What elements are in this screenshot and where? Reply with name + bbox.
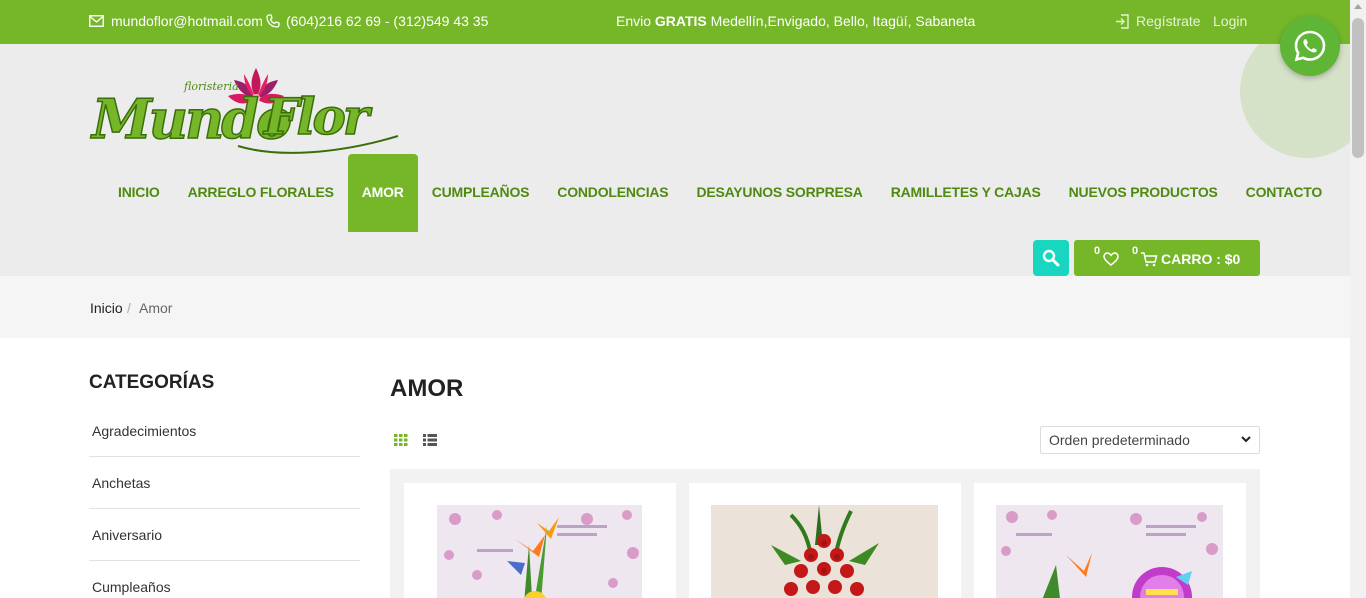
page-scrollbar[interactable] (1350, 0, 1366, 598)
site-logo[interactable]: floristeria Mundo Flor (88, 66, 400, 158)
phone-icon (266, 14, 280, 28)
breadcrumb: Inicio / Amor (0, 276, 1350, 338)
phone-text: (604)216 62 69 - (312)549 43 35 (286, 13, 489, 29)
register-label: Regístrate (1136, 13, 1201, 29)
nav-condolencias[interactable]: CONDOLENCIAS (543, 154, 682, 232)
cart-label: CARRO : $0 (1161, 251, 1241, 267)
chevron-down-icon (1241, 436, 1251, 443)
category-item[interactable]: Aniversario (89, 509, 360, 561)
categories-title: CATEGORÍAS (89, 372, 215, 393)
nav-inicio[interactable]: INICIO (104, 154, 174, 232)
product-card[interactable] (974, 483, 1246, 598)
nav-ramilletes-y-cajas[interactable]: RAMILLETES Y CAJAS (877, 154, 1055, 232)
main-nav: INICIO ARREGLO FLORALES AMOR CUMPLEAÑOS … (104, 154, 1336, 232)
category-item[interactable]: Agradecimientos (89, 405, 360, 457)
shipping-free: GRATIS (654, 13, 707, 29)
shipping-prefix: Envio (616, 13, 652, 29)
logo-name-text-2: Flor (262, 87, 373, 146)
scrollbar-thumb[interactable] (1352, 18, 1364, 158)
product-card[interactable] (689, 483, 961, 598)
product-card[interactable] (404, 483, 676, 598)
page-title: AMOR (390, 375, 464, 402)
nav-amor[interactable]: AMOR (347, 154, 418, 232)
whatsapp-icon (1294, 30, 1326, 62)
search-button[interactable] (1033, 240, 1069, 276)
grid-view-icon (394, 434, 408, 446)
product-image[interactable] (711, 505, 938, 598)
sign-in-icon (1116, 13, 1129, 29)
categories-list: Agradecimientos Anchetas Aniversario Cum… (89, 405, 360, 598)
shipping-cities: Medellín,Envigado, Bello, Itagüí, Sabane… (710, 13, 976, 29)
nav-cumpleanos[interactable]: CUMPLEAÑOS (418, 154, 544, 232)
envelope-icon (89, 15, 104, 27)
whatsapp-button[interactable] (1280, 16, 1340, 76)
top-bar: mundoflor@hotmail.com (604)216 62 69 - (… (0, 0, 1350, 44)
breadcrumb-separator: / (127, 300, 131, 316)
nav-desayunos-sorpresa[interactable]: DESAYUNOS SORPRESA (682, 154, 876, 232)
scroll-up-arrow-icon[interactable] (1354, 4, 1362, 9)
cart-button[interactable]: 0 0 CARRO : $0 (1074, 240, 1260, 276)
login-link[interactable]: Login (1213, 13, 1247, 29)
orderby-value: Orden predeterminado (1049, 432, 1190, 448)
grid-view-button[interactable] (394, 433, 408, 451)
list-view-button[interactable] (423, 433, 437, 451)
contact-phone[interactable]: (604)216 62 69 - (312)549 43 35 (266, 13, 488, 29)
nav-nuevos-productos[interactable]: NUEVOS PRODUCTOS (1055, 154, 1232, 232)
list-view-icon (423, 434, 437, 446)
nav-contacto[interactable]: CONTACTO (1232, 154, 1336, 232)
shipping-notice: Envio GRATIS Medellín,Envigado, Bello, I… (616, 13, 975, 29)
wishlist-count: 0 (1094, 245, 1101, 257)
search-icon (1042, 249, 1060, 267)
category-item[interactable]: Cumpleaños (89, 561, 360, 598)
register-link[interactable]: Regístrate (1115, 13, 1201, 29)
breadcrumb-home[interactable]: Inicio (90, 300, 123, 316)
product-image[interactable] (996, 505, 1223, 598)
site-header: floristeria Mundo Flor INICIO ARREGLO FL… (0, 44, 1350, 276)
category-item[interactable]: Anchetas (89, 457, 360, 509)
cart-count: 0 (1132, 245, 1139, 257)
contact-email[interactable]: mundoflor@hotmail.com (89, 13, 263, 29)
nav-arreglo-florales[interactable]: ARREGLO FLORALES (174, 154, 348, 232)
email-text: mundoflor@hotmail.com (111, 13, 263, 29)
product-grid (390, 469, 1260, 598)
cart-icon (1141, 252, 1158, 267)
heart-icon (1103, 252, 1119, 266)
orderby-select[interactable]: Orden predeterminado (1040, 426, 1260, 454)
logo-name-text: Mundo (90, 87, 291, 151)
breadcrumb-current: Amor (139, 300, 173, 316)
product-image[interactable] (437, 505, 642, 598)
